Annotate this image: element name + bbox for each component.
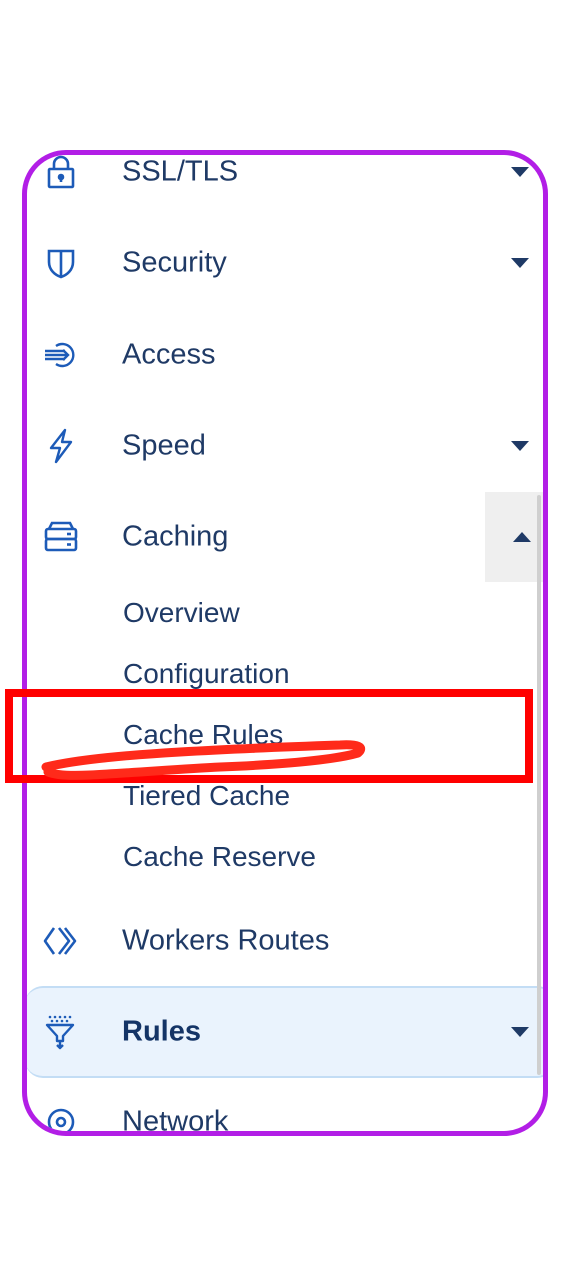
chevron-down-icon[interactable] [511,258,529,268]
scribble-annotation [41,740,366,780]
sidebar-item-label: Network [122,1105,229,1136]
submenu-item-cache-reserve[interactable]: Cache Reserve [123,837,316,877]
sidebar-frame: SSL/TLS Security Access Speed Caching Ov… [22,150,548,1136]
chevron-down-icon[interactable] [511,441,529,451]
sidebar-item-label: Rules [122,1015,201,1048]
funnel-icon [43,1014,79,1050]
sidebar-menu: SSL/TLS Security Access Speed Caching Ov… [27,155,543,1131]
sidebar-item-security[interactable]: Security [27,218,543,308]
shield-icon [43,245,79,281]
sidebar-item-label: Caching [122,520,229,553]
sidebar-item-access[interactable]: Access [27,310,543,400]
chevron-down-icon[interactable] [511,1027,529,1037]
submenu-item-configuration[interactable]: Configuration [123,654,290,694]
sidebar-item-caching[interactable]: Caching [27,492,543,582]
scrollbar[interactable] [537,495,541,1075]
submenu-item-overview[interactable]: Overview [123,593,240,633]
workers-icon [43,923,79,959]
lightning-icon [43,428,79,464]
sidebar-item-label: SSL/TLS [122,155,239,188]
sidebar-item-network[interactable]: Network [27,1077,543,1136]
network-icon [43,1104,79,1131]
sidebar-item-label: Access [122,338,216,371]
sidebar-item-workers-routes[interactable]: Workers Routes [27,896,543,986]
sidebar-item-rules[interactable]: Rules [27,987,543,1077]
access-arrow-icon [43,337,79,373]
sidebar-item-speed[interactable]: Speed [27,401,543,491]
chevron-up-icon[interactable] [513,532,531,542]
chevron-down-icon[interactable] [511,167,529,177]
sidebar-item-label: Speed [122,429,206,462]
sidebar-item-label: Security [122,246,227,279]
sidebar-item-label: Workers Routes [122,924,330,957]
lock-icon [43,155,79,190]
server-stack-icon [43,519,79,555]
sidebar-item-ssl-tls[interactable]: SSL/TLS [27,155,543,217]
